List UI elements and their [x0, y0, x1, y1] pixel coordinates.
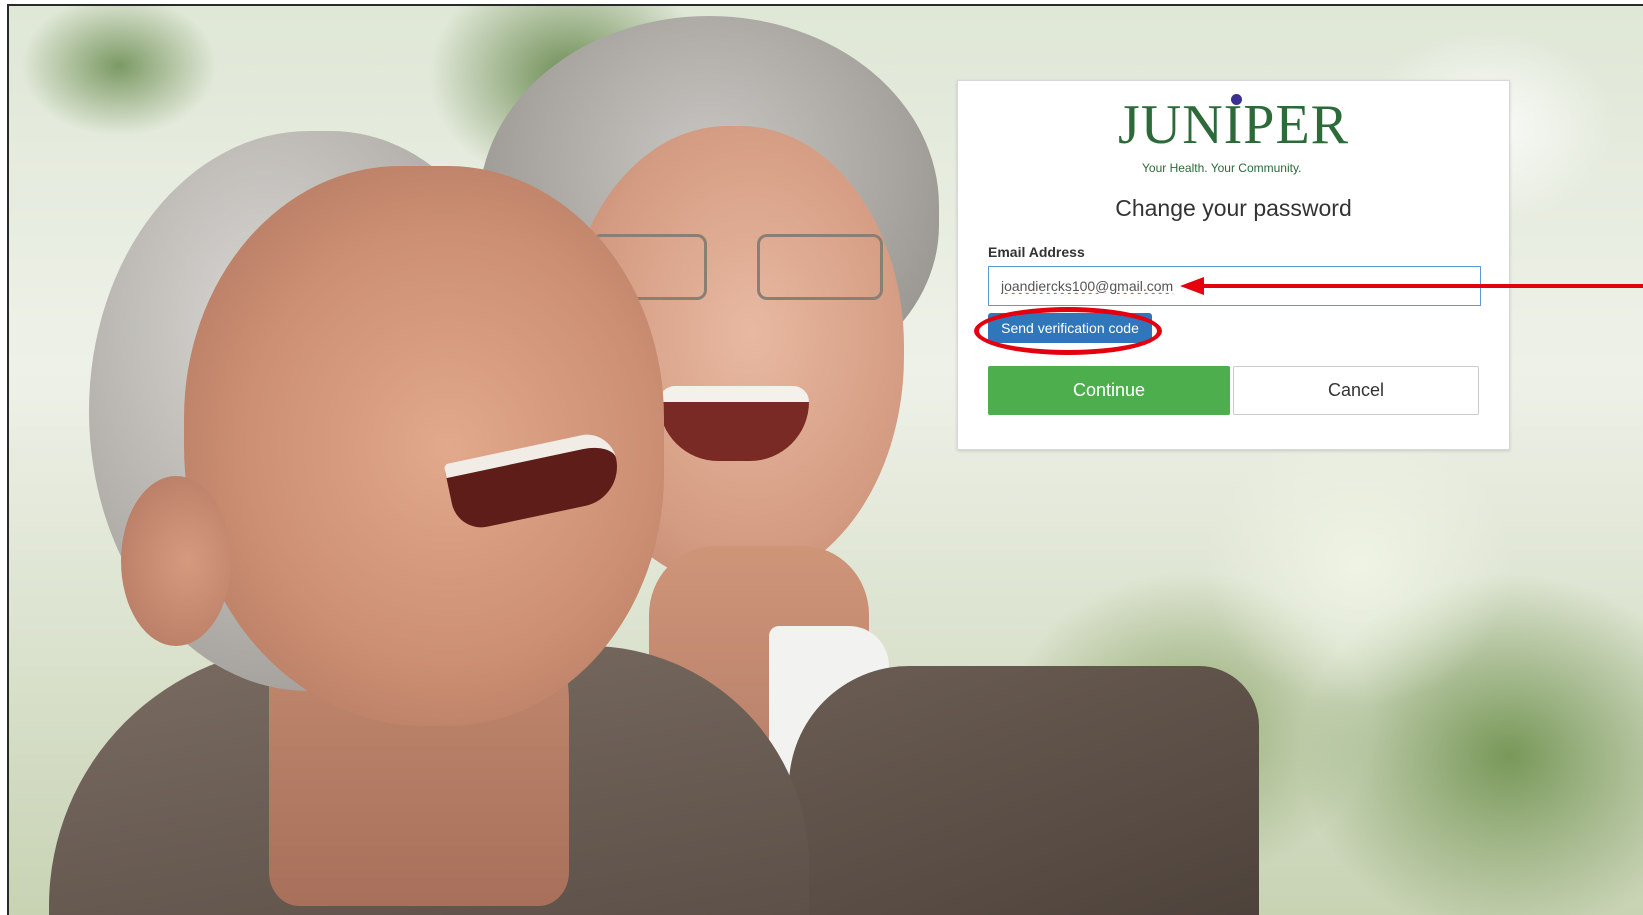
email-address-input[interactable] — [988, 266, 1481, 306]
logo-dot-icon — [1230, 94, 1242, 105]
juniper-logo: JUNIPER — [958, 94, 1509, 155]
logo-tagline: Your Health. Your Community. — [1142, 161, 1302, 175]
woman-shirt — [789, 666, 1259, 915]
email-label: Email Address — [988, 244, 1085, 260]
glasses-right-lens — [757, 234, 883, 300]
logo-wordmark: JUNIPER — [1118, 94, 1349, 155]
continue-button[interactable]: Continue — [988, 366, 1230, 415]
page-title: Change your password — [1115, 195, 1352, 221]
cancel-button[interactable]: Cancel — [1233, 366, 1479, 415]
change-password-card: JUNIPER Your Health. Your Community. Cha… — [957, 80, 1510, 450]
man-ear — [121, 476, 231, 646]
send-verification-code-button[interactable]: Send verification code — [988, 313, 1152, 343]
